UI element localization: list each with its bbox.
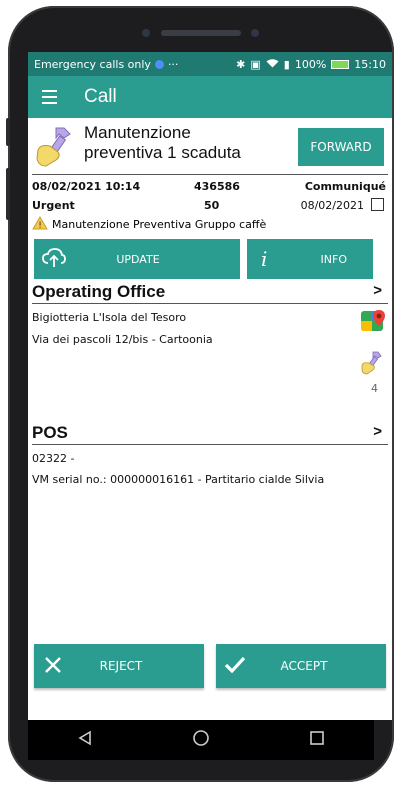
reject-button[interactable]: REJECT <box>34 644 204 688</box>
wifi-icon <box>266 58 279 71</box>
call-number: 436586 <box>194 180 240 193</box>
front-sensor <box>251 29 259 37</box>
nfc-icon: ▣ <box>250 57 261 71</box>
recents-icon[interactable] <box>309 730 325 750</box>
action-row: UPDATE i INFO <box>28 237 392 281</box>
more-notifications-icon: ··· <box>167 57 179 71</box>
check-icon <box>224 656 246 677</box>
battery-icon <box>331 59 350 69</box>
operating-office-header[interactable]: Operating Office > <box>28 281 392 303</box>
battery-percent: 100% <box>294 57 327 71</box>
office-name: Bigiotteria L'Isola del Tesoro <box>32 311 187 324</box>
call-datetime: 08/02/2021 10:14 <box>32 180 141 193</box>
warning-icon: ! <box>32 215 48 233</box>
status-bar: Emergency calls only ··· ✱ ▣ ▮ 100% 15:1… <box>28 52 392 76</box>
pos-details: 02322 - VM serial no.: 000000016161 - Pa… <box>28 445 392 545</box>
reject-label: REJECT <box>99 659 143 673</box>
communique-label: Communiqué <box>304 180 386 193</box>
notification-dot-icon <box>154 59 164 69</box>
info-label: INFO <box>320 252 347 266</box>
accept-button[interactable]: ACCEPT <box>216 644 386 688</box>
wrench-hand-small-icon[interactable] <box>360 350 386 379</box>
forward-button[interactable]: FORWARD <box>298 128 384 166</box>
communique-date: 08/02/2021 <box>300 199 364 212</box>
android-nav-bar <box>28 720 374 760</box>
interventions-count: 4 <box>371 382 378 395</box>
clock: 15:10 <box>354 57 386 71</box>
back-icon[interactable] <box>77 730 93 750</box>
signal-icon: ▮ <box>283 57 290 71</box>
decision-row: REJECT ACCEPT <box>28 644 392 690</box>
pos-header[interactable]: POS > <box>28 422 392 444</box>
wrench-hand-icon <box>34 124 80 174</box>
pos-code: 02322 - <box>32 452 75 465</box>
home-icon[interactable] <box>192 729 210 751</box>
pos-serial: VM serial no.: 000000016161 - Partitario… <box>32 473 325 486</box>
call-title: Manutenzione preventiva 1 scaduta <box>84 123 241 162</box>
page-title: Call <box>84 86 117 107</box>
warning-row: ! Manutenzione Preventiva Gruppo caffè <box>28 215 392 237</box>
operating-office: Bigiotteria L'Isola del Tesoro Via dei p… <box>28 304 392 422</box>
info-button[interactable]: i INFO <box>247 239 373 279</box>
update-button[interactable]: UPDATE <box>34 239 240 279</box>
close-icon <box>44 656 62 677</box>
info-icon: i <box>261 247 268 271</box>
svg-text:!: ! <box>38 221 42 230</box>
communique-checkbox[interactable] <box>371 198 384 211</box>
hamburger-menu-icon[interactable] <box>28 90 68 104</box>
cloud-upload-icon <box>42 247 66 271</box>
side-button <box>6 118 10 146</box>
chevron-right-icon: > <box>373 423 382 440</box>
section-heading: POS <box>32 423 68 442</box>
call-info: 08/02/2021 10:14 436586 Communiqué Urgen… <box>28 175 392 215</box>
volume-button <box>6 168 10 220</box>
bluetooth-icon: ✱ <box>236 57 246 71</box>
chevron-right-icon: > <box>373 282 382 299</box>
priority-value: 50 <box>204 199 220 212</box>
screen: Emergency calls only ··· ✱ ▣ ▮ 100% 15:1… <box>28 52 392 720</box>
priority-label: Urgent <box>32 199 75 212</box>
call-header: Manutenzione preventiva 1 scaduta FORWAR… <box>28 118 392 174</box>
app-bar: Call <box>28 76 392 118</box>
earpiece <box>161 30 241 36</box>
maps-pin-icon[interactable] <box>360 308 386 337</box>
update-label: UPDATE <box>116 252 160 266</box>
section-heading: Operating Office <box>32 282 166 301</box>
network-status-text: Emergency calls only <box>34 57 151 71</box>
office-address: Via dei pascoli 12/bis - Cartoonia <box>32 333 213 346</box>
front-camera <box>142 29 150 37</box>
accept-label: ACCEPT <box>280 659 328 673</box>
warning-text: Manutenzione Preventiva Gruppo caffè <box>52 217 267 231</box>
